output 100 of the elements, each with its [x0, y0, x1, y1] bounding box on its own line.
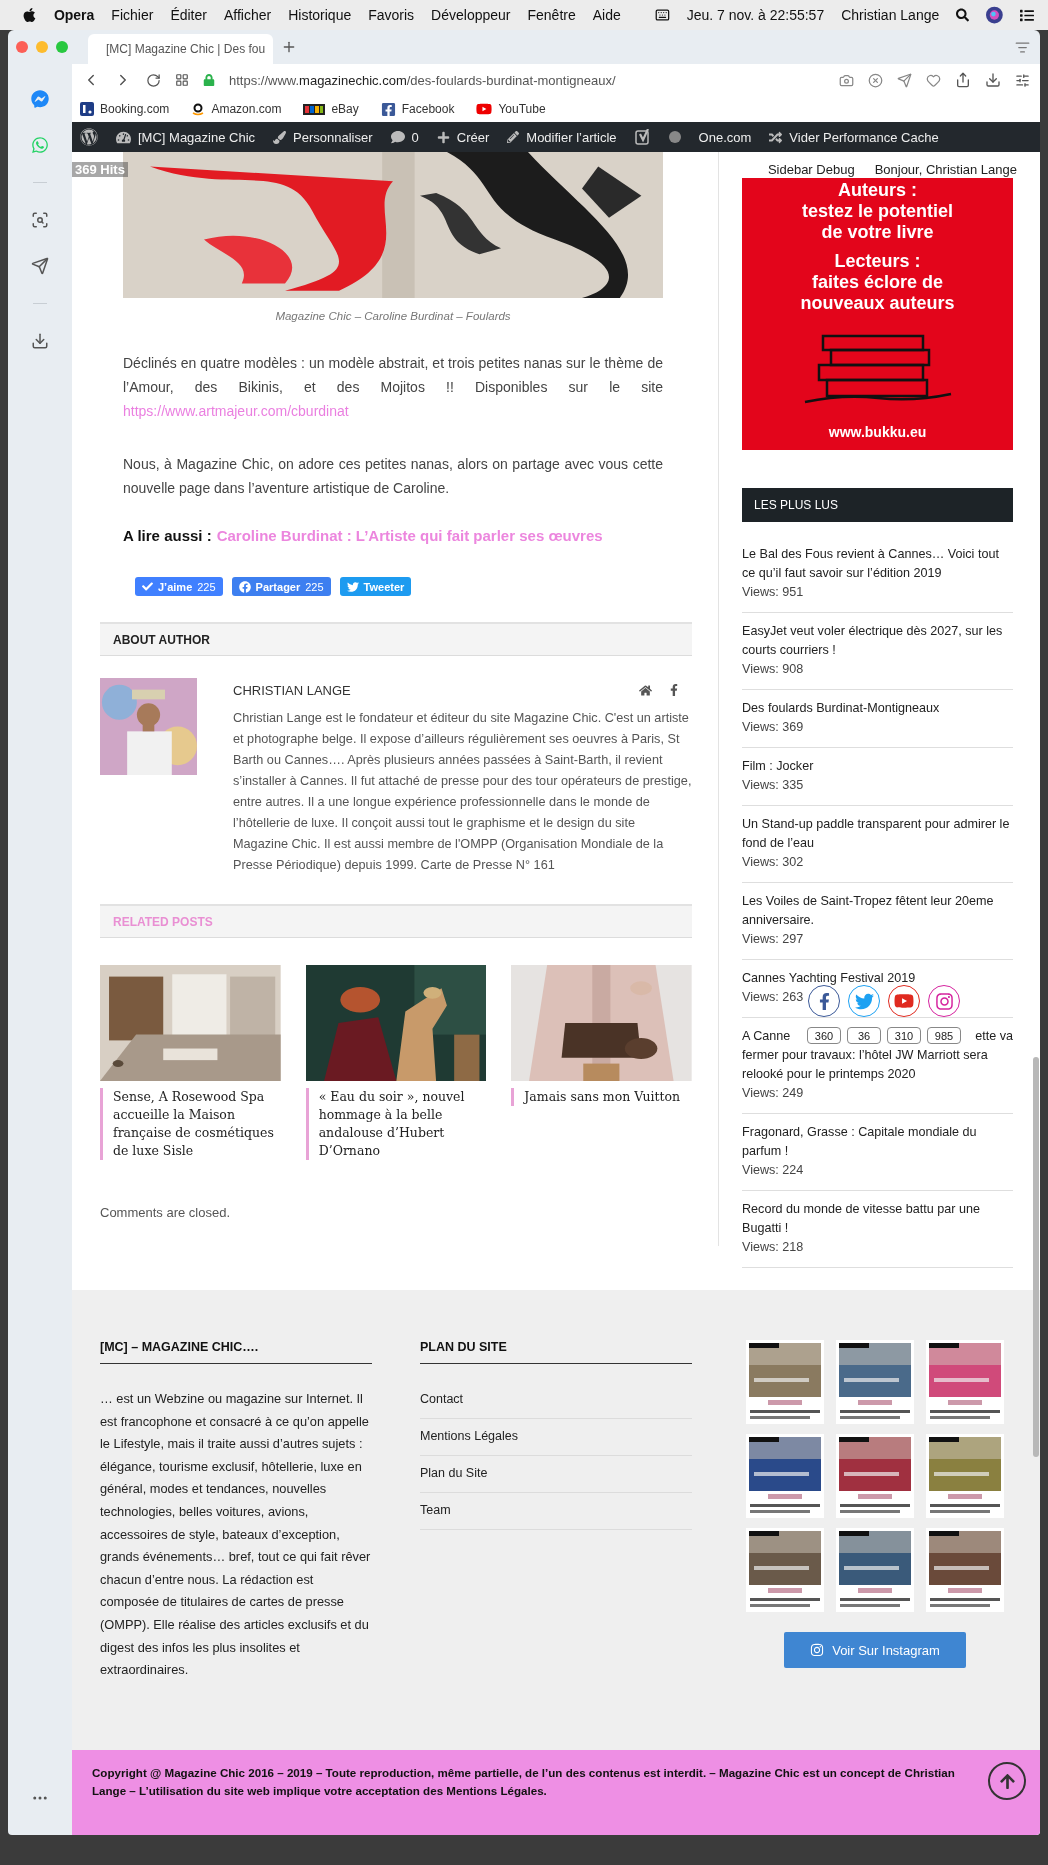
post-link[interactable]: EasyJet veut voler électrique dès 2027, sur les courts courriers ! — [742, 622, 1013, 660]
related-post-title[interactable]: Sense, A Rosewood Spa accueille la Maison française de cosmétiques de luxe Sisle — [100, 1088, 281, 1160]
follow-button[interactable] — [928, 985, 960, 1017]
close-button[interactable] — [16, 41, 28, 53]
admin-bar-item[interactable]: 0 — [390, 129, 419, 145]
tab-menu-icon[interactable] — [1015, 39, 1030, 55]
post-link[interactable]: fermer pour travaux: l’hôtel JW Marriott sera relooké pour le printemps 2020 — [742, 1046, 1013, 1084]
apple-icon[interactable] — [22, 7, 37, 23]
follower-count: 310 — [887, 1027, 921, 1044]
lock-icon — [203, 74, 215, 86]
section-heading: RELATED POSTS — [100, 904, 692, 938]
author-bio: Christian Lange est le fondateur et éditeur du site Magazine Chic. C'est un artiste et photographe belge. Il expose d’ailleurs régulièrement ses oeuvres à Paris, St Barth ou Cannes…. Après plusieurs années passées à Saint-Barth, il revient s’installer à Cannes. Il fut attaché de presse pour des tour opérateurs de prestige, entre autres. Il a une longue expérience professionnelle dans le monde de l’hôtellerie de luxe. Il conçoit aussi tout le graphisme et le design du site Magazine Chic. Il est aussi membre de l'OMPP (Organisation Mondiale de la Presse Périodique) depuis 1999. Carte de Presse N° 161 — [233, 710, 692, 874]
pencil-icon — [507, 131, 520, 143]
facebook-icon[interactable] — [668, 683, 680, 696]
menu-clock: Jeu. 7 nov. à 22:55:57 — [686, 7, 825, 23]
instagram-button[interactable]: Voir Sur Instagram — [784, 1632, 966, 1668]
follow-button[interactable] — [848, 985, 880, 1017]
menu-item[interactable]: Opera — [53, 7, 95, 23]
post-link[interactable]: Des foulards Burdinat-Montigneaux — [742, 699, 1013, 718]
reload-icon[interactable] — [146, 72, 161, 88]
download-icon[interactable] — [985, 72, 1001, 88]
menu-item[interactable]: Favoris — [368, 7, 415, 23]
send-icon[interactable] — [31, 257, 49, 275]
follow-button[interactable] — [808, 985, 840, 1017]
share-icon[interactable] — [955, 72, 971, 88]
footer-link[interactable]: Team — [420, 1493, 692, 1530]
post-link[interactable]: Les Voiles de Saint-Tropez fêtent leur 20eme anniversaire. — [742, 892, 1013, 930]
menu-item[interactable]: Fenêtre — [527, 7, 576, 23]
view-count: Views: 263 — [742, 989, 804, 1006]
twitter-icon — [854, 991, 874, 1011]
bookmark[interactable]: YouTube — [476, 101, 546, 117]
menu-item[interactable]: Fichier — [111, 7, 154, 23]
footer-link[interactable]: Contact — [420, 1382, 692, 1419]
plus-icon — [436, 130, 450, 144]
user-name[interactable]: Christian Lange — [841, 7, 940, 23]
download-icon[interactable] — [31, 332, 49, 350]
post-link[interactable]: Le Bal des Fous revient à Cannes… Voici tout ce qu’il faut savoir sur l’édition 2019 — [742, 545, 1013, 583]
related-post-title[interactable]: « Eau du soir », nouvel hommage à la belle andalouse d’Hubert D’Ornano — [305, 1088, 487, 1160]
ad-banner[interactable]: Auteurs : testez le potentiel de votre livre Lecteurs : faites éclore de nouveaux auteurs www.bukku.eu — [742, 178, 1013, 450]
footer-link[interactable]: Mentions Légales — [420, 1419, 692, 1456]
footer-heading: [MC] – MAGAZINE CHIC…. — [100, 1340, 372, 1364]
post-link[interactable]: Cannes Yachting Festival 2019 — [742, 969, 1013, 988]
view-count: Views: 335 — [742, 777, 804, 794]
admin-bar-item[interactable]: Personnaliser — [273, 129, 373, 145]
view-count: Views: 302 — [742, 854, 804, 871]
home-icon[interactable] — [639, 683, 652, 697]
view-count: Views: 297 — [742, 931, 804, 948]
bookmark[interactable]: Amazon.com — [191, 102, 282, 116]
search-icon[interactable] — [956, 8, 970, 22]
related-post-title[interactable]: Jamais sans mon Vuitton — [511, 1088, 692, 1106]
post-link[interactable]: Un Stand-up paddle transparent pour admirer le fond de l’eau — [742, 815, 1013, 853]
new-tab-icon[interactable] — [281, 39, 297, 55]
send-icon[interactable] — [897, 72, 912, 88]
block-icon[interactable] — [868, 72, 883, 88]
follow-button[interactable] — [888, 985, 920, 1017]
search-icon[interactable] — [31, 211, 49, 229]
view-count: Views: 224 — [742, 1162, 804, 1179]
follower-count: 36 — [847, 1027, 881, 1044]
list-icon[interactable] — [1020, 7, 1034, 23]
menu-item[interactable]: Historique — [288, 7, 352, 23]
assistant-icon[interactable] — [986, 6, 1004, 24]
instagram-icon — [934, 991, 954, 1011]
camera-icon[interactable] — [839, 72, 854, 88]
share-button[interactable]: Partager 225 — [231, 577, 331, 596]
url-field[interactable]: https://www.magazinechic.com/des-foulards-burdinat-montigneaux/ — [229, 72, 616, 88]
check-icon — [142, 581, 153, 592]
menu-item[interactable]: Aide — [592, 7, 621, 23]
status-dot-icon — [668, 131, 681, 143]
widget-heading: LES PLUS LUS — [742, 488, 1013, 522]
grid-icon[interactable] — [175, 73, 189, 87]
admin-bar-item[interactable]: Vider Performance Cache — [769, 129, 939, 145]
heart-icon[interactable] — [926, 72, 941, 88]
bookmark[interactable]: Facebook — [380, 101, 455, 117]
yoast-icon[interactable] — [634, 129, 651, 145]
back-to-top-button[interactable] — [988, 1762, 1026, 1800]
menu-item[interactable]: Éditer — [170, 7, 207, 23]
post-link[interactable]: Film : Jocker — [742, 757, 1013, 776]
view-count: Views: 908 — [742, 661, 804, 678]
browser-tab[interactable]: [MC] Magazine Chic | Des fou — [88, 34, 273, 64]
post-link[interactable]: Fragonard, Grasse : Capitale mondiale du parfum ! — [742, 1123, 1013, 1161]
footer-link[interactable]: Plan du Site — [420, 1456, 692, 1493]
post-link[interactable]: A Canne — [742, 1027, 791, 1046]
youtube-icon — [894, 991, 914, 1011]
admin-bar-item[interactable]: Modifier l’article — [507, 129, 617, 145]
bookmark[interactable]: Booking.com — [80, 102, 170, 116]
wordpress-icon[interactable] — [80, 128, 98, 146]
messenger-icon[interactable] — [31, 90, 49, 108]
menu-item[interactable]: Afficher — [223, 7, 272, 23]
scroll-thumb[interactable] — [1033, 1057, 1039, 1457]
bookmark[interactable]: eBay — [303, 102, 359, 116]
like-button[interactable]: J’aime 225 — [135, 577, 223, 596]
admin-bar-item[interactable]: One.com — [698, 129, 752, 145]
view-count: Views: 249 — [742, 1085, 804, 1102]
settings-icon[interactable] — [1015, 72, 1030, 88]
post-link[interactable]: Record du monde de vitesse battu par une Bugatti ! — [742, 1200, 1013, 1238]
menu-item[interactable]: Développeur — [431, 7, 511, 23]
admin-bar-item[interactable]: Créer — [436, 129, 490, 145]
keyboard-icon[interactable] — [654, 7, 670, 23]
post-link[interactable]: ette va — [975, 1027, 1013, 1046]
admin-bar-item[interactable]: [MC] Magazine Chic — [116, 129, 256, 145]
